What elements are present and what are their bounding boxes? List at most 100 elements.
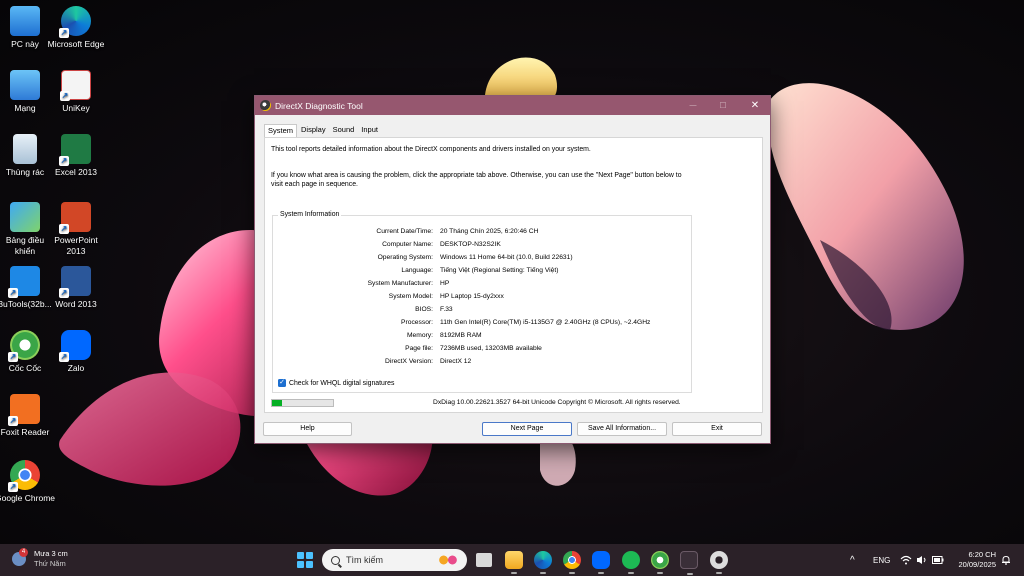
- search-highlight-icon: [437, 553, 459, 567]
- save-all-information-button[interactable]: Save All Information...: [577, 422, 667, 436]
- desktop-icon-zalo[interactable]: ↗ Zalo: [46, 330, 106, 374]
- chrome-icon: ↗: [8, 460, 40, 492]
- info-label: Operating System:: [377, 254, 433, 261]
- shortcut-arrow-icon: ↗: [8, 482, 18, 492]
- edge-icon: ↗: [59, 6, 91, 38]
- info-row-computer-name: Computer Name: DESKTOP-N32S2IK: [273, 241, 693, 250]
- info-label: System Model:: [388, 293, 433, 300]
- shortcut-arrow-icon: ↗: [59, 224, 69, 234]
- info-row-bios: BIOS: F.33: [273, 306, 693, 315]
- progress-fill: [272, 400, 283, 406]
- next-page-button[interactable]: Next Page: [482, 422, 572, 436]
- window-title: DirectX Diagnostic Tool: [275, 100, 363, 111]
- tab-system[interactable]: System: [264, 124, 298, 137]
- coccoc-taskbar-button[interactable]: [651, 551, 669, 574]
- spotify-taskbar-button[interactable]: [622, 551, 640, 574]
- desktop-icon-edge[interactable]: ↗ Microsoft Edge: [46, 6, 106, 50]
- clock[interactable]: 6:20 CH 20/09/2025: [952, 550, 996, 570]
- shortcut-arrow-icon: ↗: [59, 352, 69, 362]
- desktop-icon-unikey[interactable]: ↗ UniKey: [46, 70, 106, 114]
- shortcut-arrow-icon: ↗: [8, 416, 18, 426]
- tab-display[interactable]: Display: [298, 124, 329, 137]
- info-value: Windows 11 Home 64-bit (10.0, Build 2263…: [440, 254, 573, 261]
- start-tile-icon: [305, 560, 313, 568]
- volume-icon[interactable]: [916, 544, 928, 576]
- dxdiag-app-icon: [260, 100, 271, 111]
- settings-taskbar-button[interactable]: [710, 551, 728, 574]
- tab-sound[interactable]: Sound: [330, 124, 358, 137]
- dxdiag-window: DirectX Diagnostic Tool — ☐ ✕ System Dis…: [254, 95, 771, 444]
- info-label: BIOS:: [415, 306, 433, 313]
- info-row-manufacturer: System Manufacturer: HP: [273, 280, 693, 289]
- desktop-icon-chrome[interactable]: ↗ Google Chrome: [0, 460, 55, 504]
- info-row-page-file: Page file: 7236MB used, 13203MB availabl…: [273, 345, 693, 354]
- edge-taskbar-button[interactable]: [534, 551, 552, 574]
- info-label: DirectX Version:: [385, 358, 433, 365]
- info-label: Page file:: [405, 345, 433, 352]
- info-row-model: System Model: HP Laptop 15-dy2xxx: [273, 293, 693, 302]
- info-value: 7236MB used, 13203MB available: [440, 345, 542, 352]
- intro-hint-line1: If you know what area is causing the pro…: [271, 172, 682, 179]
- battery-icon[interactable]: [932, 544, 944, 576]
- version-copyright-text: DxDiag 10.00.22621.3527 64-bit Unicode C…: [433, 399, 681, 406]
- tab-strip: System Display Sound Input: [264, 124, 382, 137]
- info-row-directx-version: DirectX Version: DirectX 12: [273, 358, 693, 367]
- task-view-button[interactable]: [476, 553, 492, 567]
- dxdiag-taskbar-button[interactable]: [680, 551, 698, 575]
- intro-text: This tool reports detailed information a…: [271, 146, 591, 153]
- desktop-icon-word[interactable]: ↗ Word 2013: [46, 266, 106, 310]
- zalo-taskbar-button[interactable]: [592, 551, 610, 574]
- info-label: System Manufacturer:: [367, 280, 433, 287]
- whql-checkbox-row[interactable]: ✓ Check for WHQL digital signatures: [278, 379, 394, 387]
- computer-icon: [10, 6, 40, 36]
- system-tab-panel: This tool reports detailed information a…: [264, 137, 763, 413]
- maximize-button[interactable]: ☐: [707, 96, 739, 115]
- desktop-icon-label: Foxit Reader: [0, 427, 50, 437]
- clock-time: 6:20 CH: [968, 550, 996, 559]
- help-button[interactable]: Help: [263, 422, 352, 436]
- minimize-button[interactable]: —: [677, 96, 709, 115]
- wifi-icon[interactable]: [900, 544, 912, 576]
- shortcut-arrow-icon: ↗: [8, 352, 18, 362]
- start-button[interactable]: [297, 552, 313, 568]
- info-row-processor: Processor: 11th Gen Intel(R) Core(TM) i5…: [273, 319, 693, 328]
- weather-title: Mưa 3 cm: [34, 549, 68, 558]
- info-label: Language:: [401, 267, 433, 274]
- word-icon: ↗: [59, 266, 91, 298]
- info-value: DESKTOP-N32S2IK: [440, 241, 501, 248]
- tray-overflow-chevron[interactable]: ^: [850, 544, 855, 576]
- foxit-icon: ↗: [8, 394, 40, 426]
- weather-widget[interactable]: 4 Mưa 3 cm Thứ Năm: [12, 548, 68, 569]
- tab-input[interactable]: Input: [358, 124, 381, 137]
- exit-button[interactable]: Exit: [672, 422, 762, 436]
- desktop-icon-foxit[interactable]: ↗ Foxit Reader: [0, 394, 55, 438]
- info-value: 8192MB RAM: [440, 332, 482, 339]
- info-value: Tiếng Việt (Regional Setting: Tiếng Việt…: [440, 267, 559, 274]
- system-information-group: System Information Current Date/Time: 20…: [272, 211, 693, 393]
- info-label: Processor:: [401, 319, 433, 326]
- title-bar[interactable]: DirectX Diagnostic Tool — ☐ ✕: [255, 96, 770, 115]
- info-row-datetime: Current Date/Time: 20 Tháng Chín 2025, 6…: [273, 228, 693, 237]
- rain-weather-icon: 4: [12, 548, 28, 566]
- shortcut-arrow-icon: ↗: [60, 91, 70, 101]
- info-label: Computer Name:: [382, 241, 433, 248]
- file-explorer-button[interactable]: [505, 551, 523, 574]
- info-value: 11th Gen Intel(R) Core(TM) i5-1135G7 @ 2…: [440, 319, 651, 326]
- desktop-icon-powerpoint[interactable]: ↗ PowerPoint 2013: [46, 202, 106, 257]
- notification-bell-icon[interactable]: [1001, 544, 1011, 576]
- progress-bar: [271, 399, 334, 407]
- chrome-taskbar-button[interactable]: [563, 551, 581, 574]
- info-row-language: Language: Tiếng Việt (Regional Setting: …: [273, 267, 693, 276]
- language-indicator[interactable]: ENG: [873, 544, 890, 576]
- close-button[interactable]: ✕: [739, 96, 771, 115]
- group-title: System Information: [278, 211, 342, 218]
- info-row-memory: Memory: 8192MB RAM: [273, 332, 693, 341]
- desktop-icon-label: Excel 2013: [54, 167, 98, 177]
- whql-label: Check for WHQL digital signatures: [289, 379, 395, 387]
- taskbar-search-box[interactable]: Tìm kiếm: [322, 549, 467, 571]
- desktop-icon-excel[interactable]: ↗ Excel 2013: [46, 134, 106, 178]
- desktop-icon-label: Google Chrome: [0, 493, 56, 503]
- unikey-icon: ↗: [60, 70, 91, 101]
- desktop-icon-label: Zalo: [67, 363, 85, 373]
- whql-checkbox[interactable]: ✓: [278, 379, 286, 387]
